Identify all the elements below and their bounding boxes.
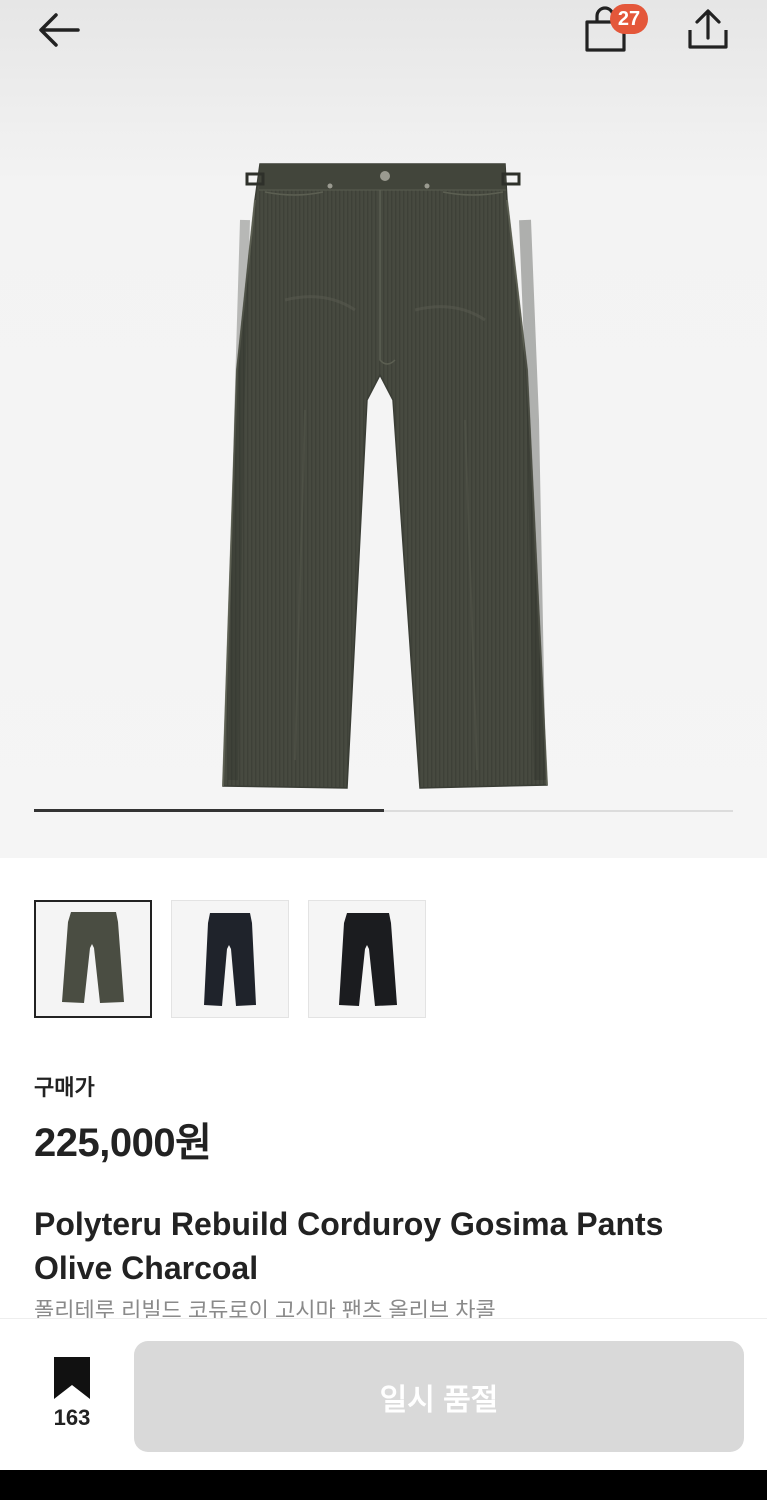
share-button[interactable] <box>684 6 732 52</box>
cart-count-badge: 27 <box>610 4 648 34</box>
wishlist-button[interactable]: 163 <box>34 1349 110 1441</box>
thumbnail-image <box>62 912 124 1003</box>
back-button[interactable] <box>34 8 84 52</box>
bookmark-icon <box>54 1357 90 1399</box>
thumbnail-image <box>204 913 256 1006</box>
sold-out-button[interactable]: 일시 품절 <box>134 1341 744 1452</box>
price-value: 225,000원 <box>34 1121 212 1165</box>
thumbnail-image <box>339 913 397 1006</box>
share-upload-icon <box>688 9 728 49</box>
product-title-line1: Polyteru Rebuild Corduroy Gosima Pants <box>34 1206 664 1242</box>
thumbnail-black-navy[interactable] <box>171 900 289 1018</box>
product-image-carousel[interactable] <box>0 88 767 858</box>
carousel-progress-fill <box>34 809 384 812</box>
arrow-left-icon <box>39 13 80 47</box>
thumbnail-black[interactable] <box>308 900 426 1018</box>
shopping-bag-button[interactable]: 27 <box>580 4 650 54</box>
system-bottom-bar <box>0 1470 767 1500</box>
product-title-line2: Olive Charcoal <box>34 1250 259 1286</box>
carousel-progress <box>34 809 733 812</box>
wishlist-count: 163 <box>53 1405 91 1430</box>
top-bar: 27 <box>0 0 767 88</box>
thumbnail-olive-charcoal[interactable] <box>34 900 152 1018</box>
bottom-action-bar: 163 일시 품절 <box>0 1318 767 1471</box>
price-label: 구매가 <box>34 1075 95 1100</box>
product-image <box>222 163 548 789</box>
product-title: Polyteru Rebuild Corduroy Gosima Pants O… <box>34 1202 744 1290</box>
